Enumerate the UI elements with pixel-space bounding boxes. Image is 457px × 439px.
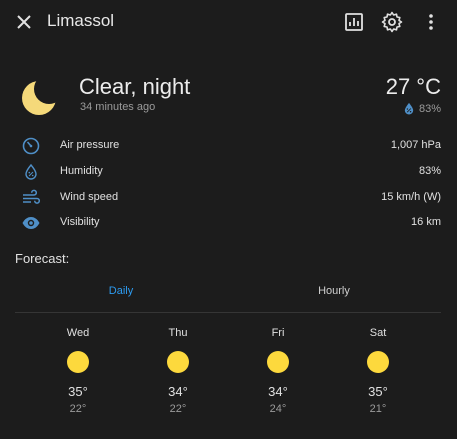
dialog-header: Limassol [0,0,457,44]
sunny-icon [67,351,89,373]
tab-hourly[interactable]: Hourly [274,285,394,297]
wind-icon [23,189,41,204]
water-percent-icon [25,163,37,180]
sunny-icon [367,351,389,373]
attribute-row-visibility: Visibility 16 km [0,213,457,233]
history-chart-icon[interactable] [342,10,366,34]
attribute-row-air-pressure: Air pressure 1,007 hPa [0,136,457,156]
forecast-day-name: Thu [168,327,188,339]
gear-icon[interactable] [380,10,404,34]
forecast-low: 24° [269,403,287,415]
attribute-label: Wind speed [60,191,119,203]
forecast-heading: Forecast: [15,251,70,266]
forecast-low: 22° [169,403,187,415]
attribute-row-humidity: Humidity 83% [0,162,457,182]
forecast-high: 35° [368,384,388,399]
forecast-divider [15,312,441,313]
attribute-value: 15 km/h (W) [381,191,441,203]
current-temperature: 27 °C [385,74,441,99]
attribute-value: 1,007 hPa [390,139,441,151]
weather-more-info-dialog: Limassol Clear, night 34 minutes ago 27 … [0,0,457,439]
water-percent-icon [404,102,414,115]
condition-text: Clear, night [79,74,191,99]
attribute-label: Air pressure [60,139,120,151]
forecast-day: Wed 35° 22° [48,327,108,415]
forecast-high: 35° [68,384,88,399]
forecast-day-name: Wed [66,327,90,339]
sunny-icon [167,351,189,373]
last-updated-text: 34 minutes ago [80,101,156,113]
forecast-low: 21° [369,403,387,415]
forecast-day: Fri 34° 24° [248,327,308,415]
gauge-icon [22,137,40,155]
current-humidity-value: 83% [418,102,441,115]
attribute-value: 16 km [411,216,441,228]
attribute-row-wind-speed: Wind speed 15 km/h (W) [0,188,457,208]
forecast-day: Sat 35° 21° [348,327,408,415]
more-vertical-icon[interactable] [419,10,443,34]
dialog-title: Limassol [47,11,115,30]
forecast-day-name: Fri [271,327,285,339]
forecast-low: 22° [69,403,87,415]
attribute-label: Humidity [60,165,103,177]
forecast-high: 34° [268,384,288,399]
eye-icon [22,217,40,229]
close-icon[interactable] [12,10,36,34]
night-moon-icon [22,81,56,115]
attribute-value: 83% [418,165,441,177]
forecast-day-name: Sat [369,327,387,339]
tab-daily[interactable]: Daily [61,285,181,297]
forecast-day: Thu 34° 22° [148,327,208,415]
sunny-icon [267,351,289,373]
current-humidity: 83% [403,102,441,115]
attribute-label: Visibility [60,216,100,228]
forecast-high: 34° [168,384,188,399]
